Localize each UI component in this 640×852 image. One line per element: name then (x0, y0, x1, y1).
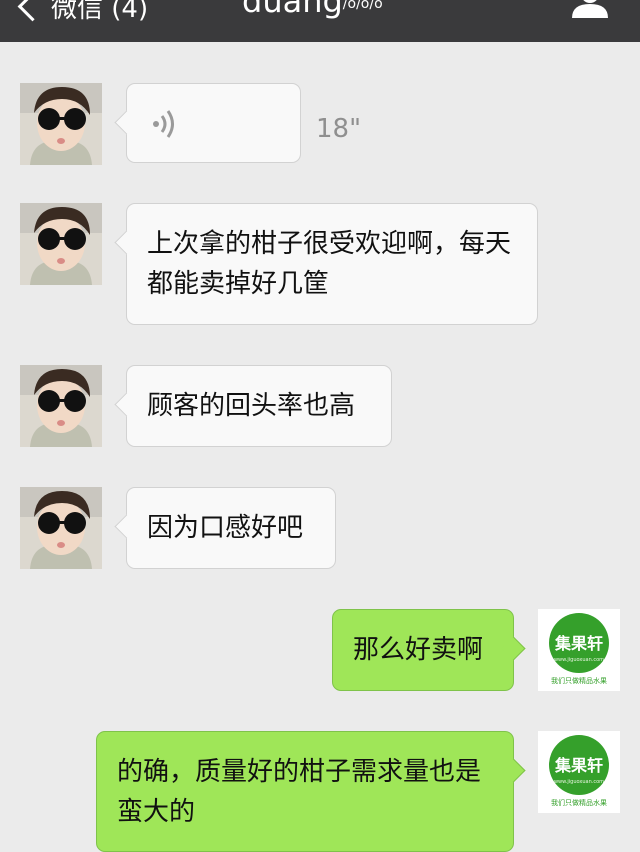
contact-avatar[interactable] (20, 365, 102, 447)
message-bubble-incoming[interactable]: 顾客的回头率也高 (126, 365, 392, 447)
voice-message-bubble[interactable] (126, 83, 301, 163)
my-avatar-logo[interactable] (538, 609, 620, 691)
chevron-left-icon (17, 0, 48, 21)
contact-avatar[interactable] (20, 83, 102, 165)
back-button[interactable]: 微信 (4) (14, 0, 148, 26)
message-text: 那么好卖啊 (353, 635, 484, 665)
message-bubble-outgoing[interactable]: 那么好卖啊 (332, 609, 514, 691)
back-label: 微信 (4) (51, 0, 149, 24)
title-suffix: /ö/ö/ö (342, 0, 383, 12)
my-avatar-logo[interactable] (538, 731, 620, 813)
message-text: 上次拿的柑子很受欢迎啊，每天都能卖掉好几筐 (147, 229, 512, 299)
message-text: 顾客的回头率也高 (147, 391, 356, 421)
message-bubble-incoming[interactable]: 上次拿的柑子很受欢迎啊，每天都能卖掉好几筐 (126, 203, 538, 325)
voice-wave-icon (153, 110, 174, 138)
contact-avatar[interactable] (20, 487, 102, 569)
top-bar: 微信 (4) duang/ö/ö/ö (0, 0, 640, 42)
voice-duration: 18" (316, 114, 362, 144)
message-text: 因为口感好吧 (147, 513, 304, 543)
message-bubble-outgoing[interactable]: 的确，质量好的柑子需求量也是蛮大的 (96, 731, 514, 852)
message-text: 的确，质量好的柑子需求量也是蛮大的 (117, 757, 482, 827)
chat-title: duang/ö/ö/ö (242, 0, 383, 20)
profile-icon[interactable] (570, 0, 610, 18)
message-bubble-incoming[interactable]: 因为口感好吧 (126, 487, 336, 569)
contact-avatar[interactable] (20, 203, 102, 285)
